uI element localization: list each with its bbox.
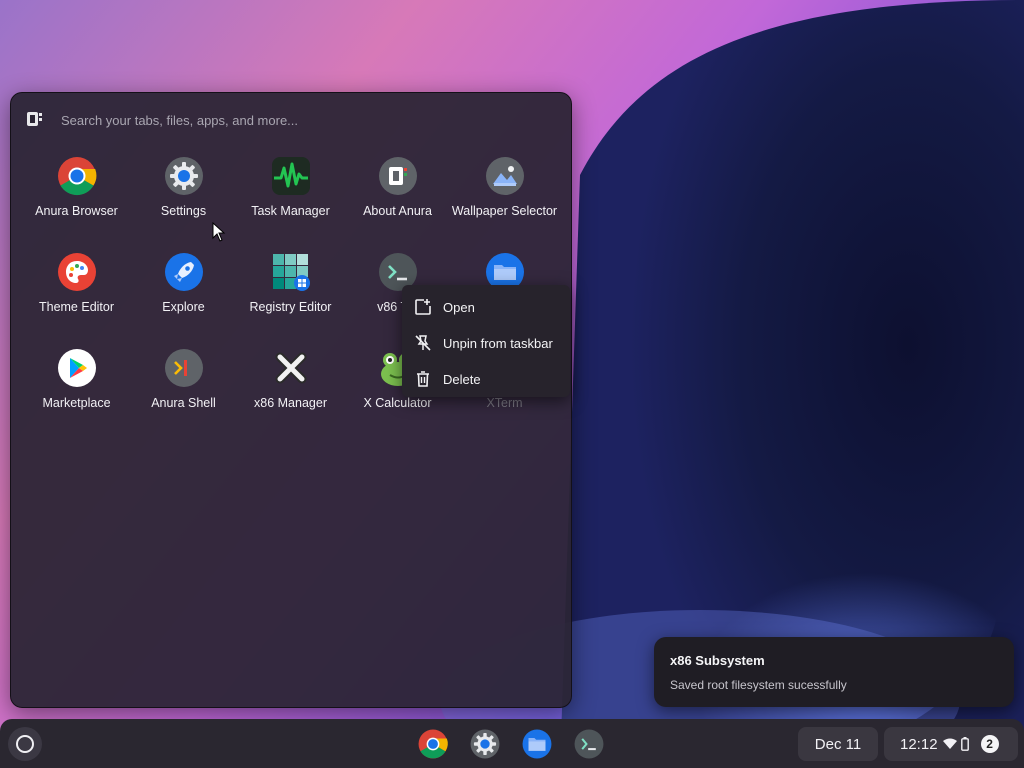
- notification-title: x86 Subsystem: [670, 653, 765, 668]
- launcher-circle-icon: [16, 735, 34, 753]
- trash-icon: [417, 371, 429, 387]
- app-about-anura[interactable]: About Anura: [344, 151, 451, 247]
- app-label: Task Manager: [251, 204, 330, 218]
- app-task-manager[interactable]: Task Manager: [237, 151, 344, 247]
- anura-logo-icon: [27, 112, 42, 126]
- wifi-icon: [942, 738, 957, 749]
- context-menu-label: Open: [443, 299, 475, 315]
- activity-monitor-icon: [271, 156, 311, 196]
- shell-icon: [164, 348, 204, 388]
- context-menu-open[interactable]: Open: [402, 289, 570, 325]
- context-menu-label: Unpin from taskbar: [443, 335, 553, 351]
- app-label: Settings: [160, 204, 207, 218]
- notification-body: Saved root filesystem sucessfully: [670, 678, 847, 692]
- registry-grid-icon: [271, 252, 311, 292]
- notification-toast[interactable]: x86 Subsystem Saved root filesystem suce…: [654, 637, 1014, 707]
- taskbar: Dec 11 12:12 2: [0, 719, 1024, 768]
- anura-logo-icon: [378, 156, 418, 196]
- taskbar-files[interactable]: [520, 727, 554, 761]
- launcher-button[interactable]: [8, 727, 42, 761]
- taskbar-chrome[interactable]: [416, 727, 450, 761]
- app-label: x86 Manager: [254, 396, 327, 410]
- open-window-icon: [415, 299, 431, 315]
- app-marketplace[interactable]: Marketplace: [23, 343, 130, 439]
- pinned-apps: [416, 727, 606, 761]
- app-label: Marketplace: [42, 396, 111, 410]
- app-anura-browser[interactable]: Anura Browser: [23, 151, 130, 247]
- app-explore[interactable]: Explore: [130, 247, 237, 343]
- app-label: Anura Browser: [35, 204, 118, 218]
- context-menu-delete[interactable]: Delete: [402, 361, 570, 397]
- gear-icon: [164, 156, 204, 196]
- date-display[interactable]: Dec 11: [798, 727, 878, 761]
- app-label: Anura Shell: [151, 396, 216, 410]
- rocket-icon: [164, 252, 204, 292]
- taskbar-settings[interactable]: [468, 727, 502, 761]
- chrome-icon: [418, 729, 448, 759]
- launcher-search-input[interactable]: [59, 107, 543, 133]
- app-theme-editor[interactable]: Theme Editor: [23, 247, 130, 343]
- play-store-icon: [57, 348, 97, 388]
- app-label: Wallpaper Selector: [451, 204, 558, 218]
- app-label: Registry Editor: [249, 300, 332, 314]
- unpin-icon: [415, 335, 431, 351]
- app-context-menu: Open Unpin from taskbar Delete: [402, 285, 570, 397]
- app-label: Theme Editor: [38, 300, 115, 314]
- x-mark-icon: [271, 348, 311, 388]
- system-tray[interactable]: 12:12 2: [884, 727, 1018, 761]
- clock-text: 12:12: [900, 735, 938, 753]
- app-launcher-panel: Anura Browser: [10, 92, 572, 708]
- app-registry-editor[interactable]: Registry Editor: [237, 247, 344, 343]
- app-label: X Calculator: [363, 396, 432, 410]
- app-label: XTerm: [486, 396, 523, 410]
- chrome-icon: [57, 156, 97, 196]
- app-anura-shell[interactable]: Anura Shell: [130, 343, 237, 439]
- terminal-icon: [574, 729, 604, 759]
- mouse-cursor-icon: [212, 222, 226, 242]
- context-menu-unpin[interactable]: Unpin from taskbar: [402, 325, 570, 361]
- launcher-search-bar: [11, 93, 571, 143]
- app-x86-manager[interactable]: x86 Manager: [237, 343, 344, 439]
- app-label: Explore: [162, 300, 205, 314]
- date-text: Dec 11: [814, 735, 862, 753]
- folder-icon: [522, 729, 552, 759]
- app-wallpaper-selector[interactable]: Wallpaper Selector: [451, 151, 558, 247]
- taskbar-terminal[interactable]: [572, 727, 606, 761]
- battery-icon: [960, 737, 969, 751]
- context-menu-label: Delete: [443, 371, 481, 387]
- gear-icon: [470, 729, 500, 759]
- app-label: About Anura: [363, 204, 432, 218]
- palette-icon: [57, 252, 97, 292]
- notification-count-badge: 2: [980, 735, 999, 753]
- wallpaper-icon: [485, 156, 525, 196]
